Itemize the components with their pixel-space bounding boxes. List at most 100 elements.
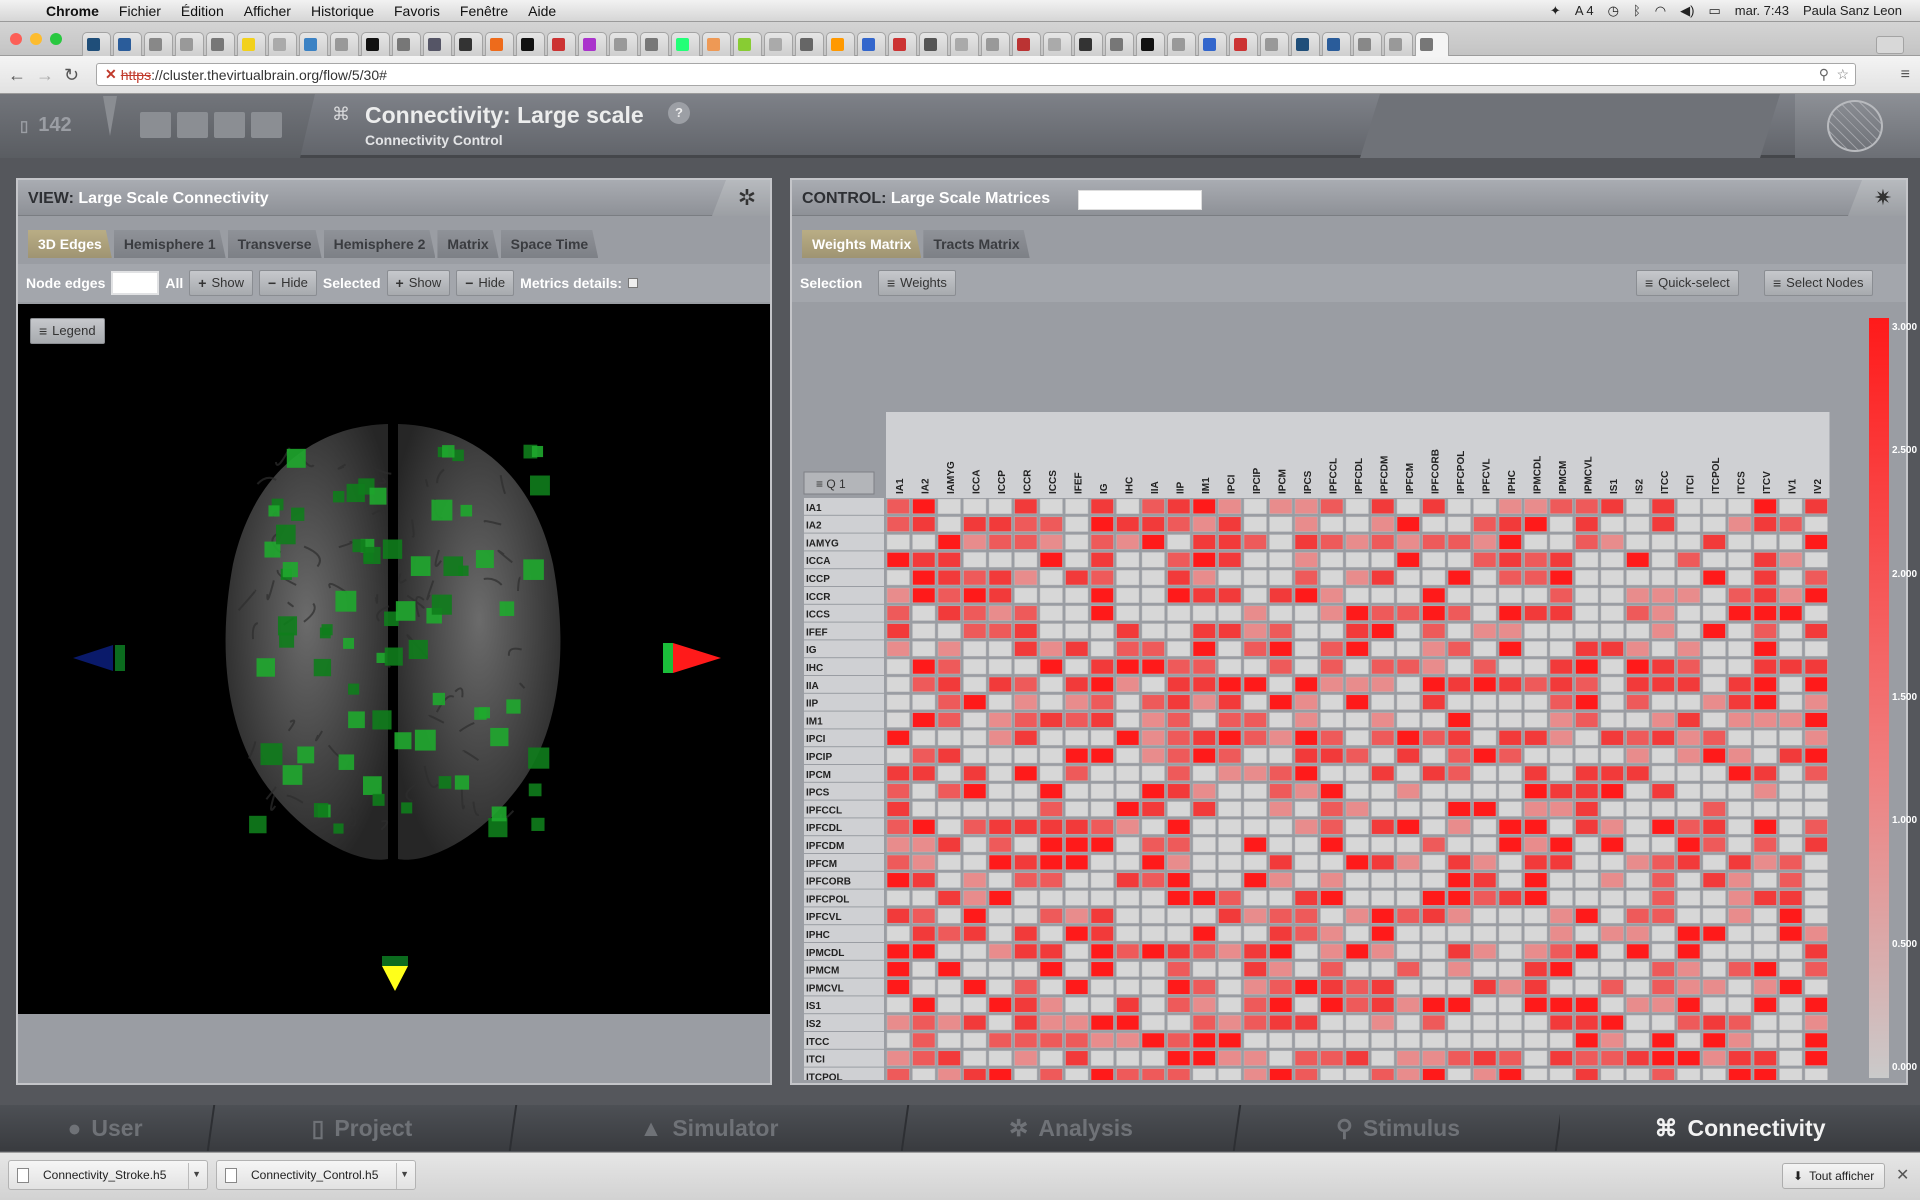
matrix-cell[interactable] (1575, 890, 1599, 906)
matrix-cell[interactable] (1141, 819, 1165, 835)
matrix-cell[interactable] (1294, 1050, 1318, 1066)
matrix-cell[interactable] (963, 943, 987, 960)
matrix-cell[interactable] (1141, 712, 1165, 728)
matrix-cell[interactable] (1116, 712, 1140, 728)
matrix-cell[interactable] (886, 979, 910, 995)
brain-node[interactable] (475, 550, 494, 569)
matrix-cell[interactable] (1626, 943, 1650, 960)
matrix-cell[interactable] (1192, 854, 1216, 871)
matrix-cell[interactable] (912, 730, 936, 746)
browser-tab[interactable] (1322, 32, 1351, 56)
matrix-cell[interactable] (1626, 712, 1650, 728)
matrix-cell[interactable] (1575, 534, 1599, 550)
back-arrow-icon[interactable]: ← (8, 65, 26, 86)
matrix-cell[interactable] (1575, 712, 1599, 728)
matrix-cell[interactable] (937, 516, 961, 532)
matrix-cell[interactable] (1218, 783, 1242, 799)
matrix-cell[interactable] (1549, 836, 1573, 853)
matrix-cell[interactable] (1294, 747, 1318, 764)
matrix-cell[interactable] (1677, 1032, 1701, 1049)
matrix-cell[interactable] (1294, 676, 1318, 693)
matrix-cell[interactable] (912, 925, 936, 942)
matrix-cell[interactable] (1090, 605, 1114, 621)
matrix-cell[interactable] (1218, 516, 1242, 532)
matrix-cell[interactable] (1014, 694, 1038, 710)
matrix-cell[interactable] (1141, 498, 1165, 515)
matrix-cell[interactable] (1498, 854, 1522, 871)
matrix-cell[interactable] (1651, 658, 1675, 675)
forward-arrow-icon[interactable]: → (36, 65, 54, 86)
matrix-cell[interactable] (1447, 623, 1471, 639)
brain-node[interactable] (343, 637, 355, 649)
matrix-cell[interactable] (1804, 534, 1828, 550)
matrix-cell[interactable] (1294, 854, 1318, 871)
matrix-cell[interactable] (937, 676, 961, 693)
matrix-cell[interactable] (1167, 872, 1191, 888)
matrix-cell[interactable] (1014, 605, 1038, 621)
matrix-cell[interactable] (1524, 836, 1548, 853)
matrix-cell[interactable] (1090, 1014, 1114, 1031)
matrix-cell[interactable] (1065, 694, 1089, 710)
matrix-cell[interactable] (1524, 1032, 1548, 1049)
matrix-cell[interactable] (1371, 765, 1395, 782)
menu-edition[interactable]: Édition (171, 3, 234, 19)
matrix-cell[interactable] (1320, 605, 1344, 621)
matrix-column-label[interactable]: ITCC (1660, 471, 1671, 494)
matrix-cell[interactable] (912, 676, 936, 693)
matrix-cell[interactable] (1396, 694, 1420, 710)
matrix-cell[interactable] (1524, 1050, 1548, 1066)
matrix-cell[interactable] (1677, 1050, 1701, 1066)
matrix-cell[interactable] (963, 908, 987, 924)
matrix-cell[interactable] (912, 819, 936, 835)
matrix-cell[interactable] (1804, 1050, 1828, 1066)
matrix-cell[interactable] (1345, 552, 1369, 568)
matrix-cell[interactable] (1473, 587, 1497, 604)
brain-node[interactable] (401, 802, 413, 814)
matrix-cell[interactable] (1371, 641, 1395, 657)
matrix-cell[interactable] (988, 712, 1012, 728)
matrix-cell[interactable] (937, 1014, 961, 1031)
matrix-row-label[interactable]: ITCPOL (806, 1072, 843, 1080)
browser-tab[interactable] (950, 32, 979, 56)
matrix-cell[interactable] (1447, 587, 1471, 604)
matrix-cell[interactable] (1702, 1032, 1726, 1049)
matrix-cell[interactable] (1575, 516, 1599, 532)
matrix-cell[interactable] (1065, 641, 1089, 657)
matrix-cell[interactable] (1804, 890, 1828, 906)
matrix-cell[interactable] (1269, 694, 1293, 710)
matrix-cell[interactable] (1090, 765, 1114, 782)
matrix-cell[interactable] (1473, 569, 1497, 586)
matrix-cell[interactable] (1014, 836, 1038, 853)
matrix-cell[interactable] (1396, 961, 1420, 977)
matrix-cell[interactable] (1422, 623, 1446, 639)
matrix-cell[interactable] (1702, 587, 1726, 604)
matrix-cell[interactable] (1728, 712, 1752, 728)
matrix-cell[interactable] (1677, 712, 1701, 728)
matrix-cell[interactable] (1549, 694, 1573, 710)
matrix-cell[interactable] (1626, 641, 1650, 657)
matrix-cell[interactable] (1141, 854, 1165, 871)
matrix-cell[interactable] (1243, 925, 1267, 942)
matrix-cell[interactable] (1192, 569, 1216, 586)
show-selected-button[interactable]: + Show (386, 270, 451, 296)
matrix-cell[interactable] (1728, 1050, 1752, 1066)
matrix-cell[interactable] (886, 534, 910, 550)
matrix-cell[interactable] (1269, 498, 1293, 515)
brain-node[interactable] (319, 627, 331, 639)
tab-hemisphere-1[interactable]: Hemisphere 1 (114, 230, 226, 258)
matrix-cell[interactable] (1269, 765, 1293, 782)
browser-tab[interactable] (113, 32, 142, 56)
matrix-cell[interactable] (1447, 836, 1471, 853)
matrix-cell[interactable] (1218, 819, 1242, 835)
matrix-cell[interactable] (1243, 1014, 1267, 1031)
matrix-column-label[interactable]: IPCM (1277, 469, 1288, 494)
matrix-cell[interactable] (1473, 979, 1497, 995)
matrix-cell[interactable] (1473, 890, 1497, 906)
brain-node[interactable] (523, 559, 544, 580)
matrix-cell[interactable] (1447, 872, 1471, 888)
matrix-cell[interactable] (1141, 801, 1165, 817)
tvb-logo[interactable] (1795, 94, 1920, 158)
matrix-cell[interactable] (1039, 1032, 1063, 1049)
matrix-cell[interactable] (1804, 925, 1828, 942)
matrix-cell[interactable] (1039, 694, 1063, 710)
